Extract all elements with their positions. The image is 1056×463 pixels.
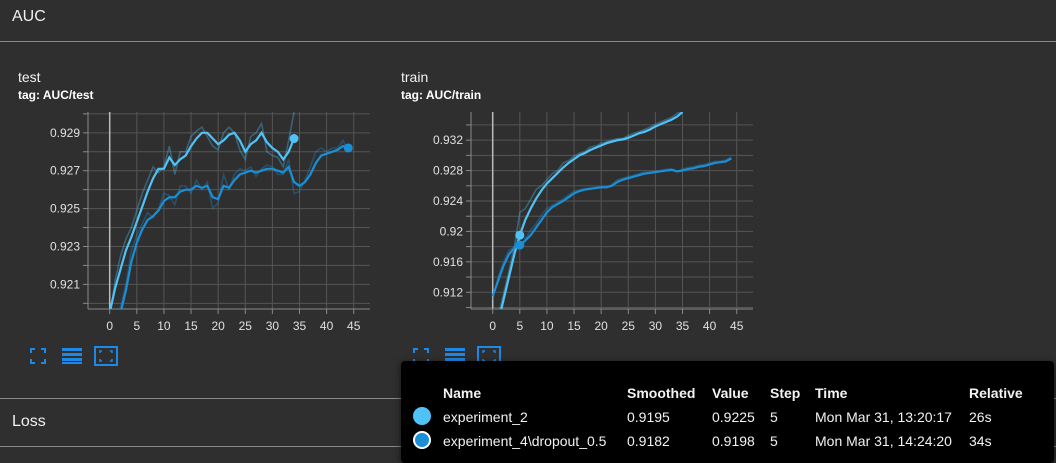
chart-card-test: test tag: AUC/test 0.921 0.923 0.925 0.927 0… xyxy=(18,64,388,374)
series-smoothed-line xyxy=(109,130,296,309)
tooltip-relative: 26s xyxy=(969,409,992,425)
y-tick-label: 0.921 xyxy=(50,277,80,291)
fullscreen-button[interactable] xyxy=(26,346,50,366)
tooltip-smoothed: 0.9195 xyxy=(627,409,670,425)
x-tick-label: 15 xyxy=(567,319,581,333)
x-tick-label: 10 xyxy=(157,319,171,333)
series-smoothed-line xyxy=(491,157,732,297)
series-color-dot xyxy=(413,406,431,425)
series-raw-line xyxy=(491,156,732,301)
tooltip-header-value: Value xyxy=(712,385,749,401)
x-tick-label: 45 xyxy=(730,319,744,333)
x-tick-label: 35 xyxy=(676,319,690,333)
x-tick-label: 30 xyxy=(649,319,663,333)
tooltip-row: experiment_4\dropout_0.5 0.9182 0.9198 5… xyxy=(413,429,1029,453)
x-tick-label: 45 xyxy=(347,319,361,333)
y-tick-label: 0.927 xyxy=(50,164,80,178)
fit-domain-icon xyxy=(94,346,118,366)
tooltip-step: 5 xyxy=(770,409,778,425)
tooltip-value: 0.9225 xyxy=(712,409,755,425)
x-tick-label: 5 xyxy=(133,319,140,333)
tooltip-table: Name Smoothed Value Step Time Relative e… xyxy=(413,381,1029,453)
tooltip-time: Mon Mar 31, 14:24:20 xyxy=(815,433,952,449)
series-smoothed-line xyxy=(120,144,349,309)
y-tick-label: 0.928 xyxy=(433,164,463,178)
tooltip-relative: 34s xyxy=(969,433,992,449)
x-tick-label: 20 xyxy=(594,319,608,333)
y-tick-label: 0.924 xyxy=(433,194,463,208)
tooltip-header-smoothed: Smoothed xyxy=(627,385,696,401)
tooltip-smoothed: 0.9182 xyxy=(627,433,670,449)
y-tick-label: 0.916 xyxy=(433,255,463,269)
x-tick-label: 30 xyxy=(266,319,280,333)
toggle-log-scale-button[interactable] xyxy=(60,346,84,366)
series-marker xyxy=(515,240,525,250)
tooltip-header-name: Name xyxy=(443,385,482,401)
y-tick-label: 0.912 xyxy=(433,285,463,299)
y-tick-label: 0.923 xyxy=(50,239,80,253)
x-tick-label: 10 xyxy=(540,319,554,333)
x-tick-label: 15 xyxy=(184,319,198,333)
series-color-dot xyxy=(413,430,431,449)
x-tick-label: 0 xyxy=(489,319,496,333)
fullscreen-icon xyxy=(30,348,46,364)
tooltip-row: experiment_2 0.9195 0.9225 5 Mon Mar 31,… xyxy=(413,405,1029,429)
series-marker xyxy=(289,134,299,144)
x-tick-label: 5 xyxy=(516,319,523,333)
tooltip-step: 5 xyxy=(770,433,778,449)
chart-tag: tag: AUC/train xyxy=(401,88,482,102)
chart-tag: tag: AUC/test xyxy=(18,88,94,102)
section-header-auc[interactable]: AUC xyxy=(0,0,1056,42)
x-tick-label: 40 xyxy=(320,319,334,333)
y-tick-label: 0.929 xyxy=(50,126,80,140)
chart-toolbar xyxy=(26,346,118,366)
tooltip-time: Mon Mar 31, 13:20:17 xyxy=(815,409,952,425)
tooltip-value: 0.9198 xyxy=(712,433,755,449)
section-title-loss: Loss xyxy=(12,413,46,430)
y-tick-label: 0.92 xyxy=(440,224,464,238)
series-marker xyxy=(343,143,353,153)
chart-test-plot[interactable]: 0.921 0.923 0.925 0.927 0.929 0 5 10 15 20 25 30 35 4… xyxy=(18,104,388,344)
fit-domain-button[interactable] xyxy=(94,346,118,366)
x-tick-label: 0 xyxy=(106,319,113,333)
tooltip-header-time: Time xyxy=(815,385,848,401)
y-tick-label: 0.925 xyxy=(50,202,80,216)
x-tick-label: 40 xyxy=(703,319,717,333)
tooltip-run-name: experiment_2 xyxy=(443,409,528,425)
tooltip-header-relative: Relative xyxy=(969,385,1023,401)
y-tick-label: 0.932 xyxy=(433,133,463,147)
series-marker xyxy=(515,230,525,240)
tooltip-header-step: Step xyxy=(770,385,801,401)
chart-card-train: train tag: AUC/train 0.912 0.916 0.92 0.924… xyxy=(401,64,771,374)
tooltip-run-name: experiment_4\dropout_0.5 xyxy=(443,433,607,449)
x-tick-label: 25 xyxy=(239,319,253,333)
x-tick-label: 25 xyxy=(622,319,636,333)
chart-title: train xyxy=(401,69,429,85)
chart-train-plot[interactable]: 0.912 0.916 0.92 0.924 0.928 0.932 0 5 10 15 20 25 3… xyxy=(401,104,771,344)
x-tick-label: 20 xyxy=(211,319,225,333)
section-title-auc: AUC xyxy=(12,8,46,25)
tooltip-header-row: Name Smoothed Value Step Time Relative xyxy=(413,381,1029,405)
x-tick-label: 35 xyxy=(293,319,307,333)
toggle-log-scale-icon xyxy=(62,348,82,364)
chart-tooltip: Name Smoothed Value Step Time Relative e… xyxy=(401,361,1054,463)
chart-title: test xyxy=(18,69,41,85)
